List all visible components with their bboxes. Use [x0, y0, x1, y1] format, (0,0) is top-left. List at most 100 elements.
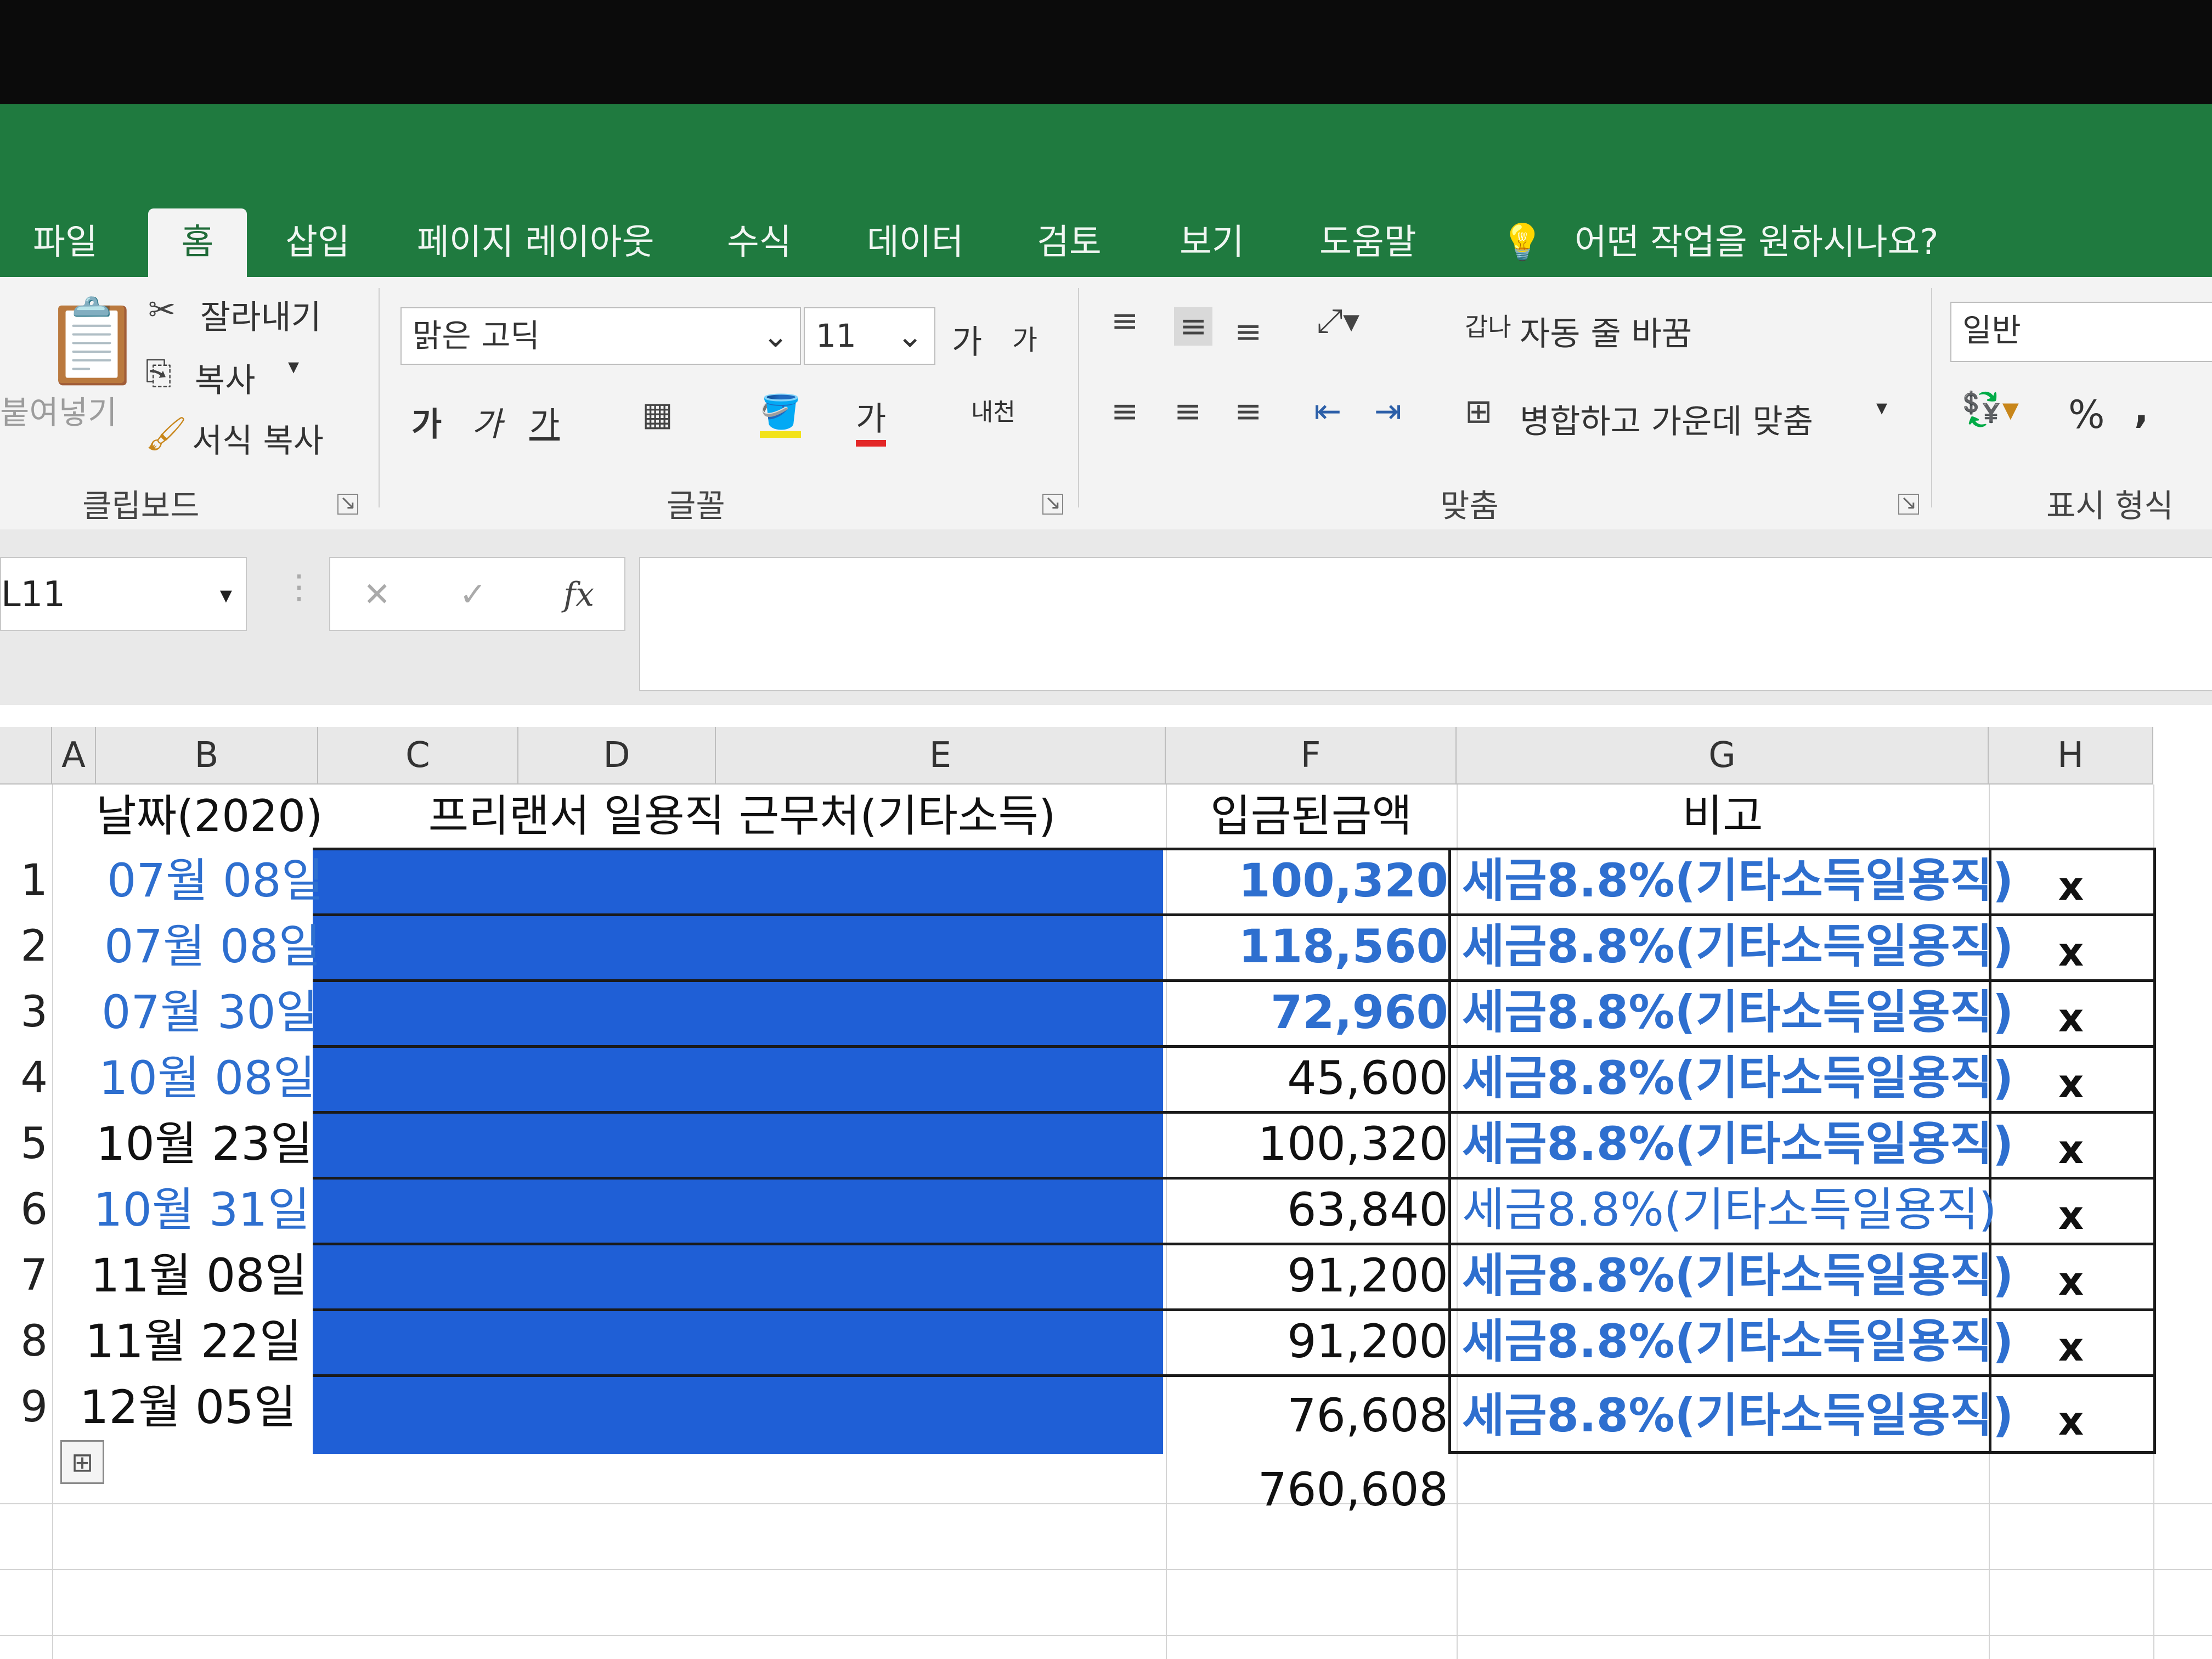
date-cell[interactable]: 11월 08일 [91, 1243, 307, 1308]
column-header-e[interactable]: E [716, 727, 1166, 785]
font-name-dropdown[interactable]: 맑은 고딕 ⌄ [400, 307, 801, 365]
status-mark[interactable]: x [1989, 1314, 2153, 1380]
quick-analysis-icon[interactable]: ⊞ [60, 1440, 104, 1484]
font-size-dropdown[interactable]: 11 ⌄ [804, 307, 935, 365]
amount-cell[interactable]: 91,200 [1166, 1308, 1448, 1374]
currency-icon[interactable]: 💱▾ [1961, 390, 2019, 428]
date-cell[interactable]: 10월 23일 [96, 1111, 313, 1177]
tab-data[interactable]: 데이터 [867, 208, 964, 277]
row-number[interactable]: 9 [0, 1374, 52, 1440]
fill-color-icon[interactable]: 🪣 [760, 392, 801, 438]
row-number[interactable]: 3 [0, 979, 52, 1045]
note-cell[interactable]: 세금8.8%(기타소득일용직) [1462, 1111, 2013, 1177]
tab-review[interactable]: 검토 [1037, 208, 1102, 277]
bold-button[interactable]: 가 [411, 398, 442, 445]
orientation-icon[interactable]: ⤢▾ [1317, 302, 1359, 340]
row-number[interactable]: 4 [0, 1045, 52, 1111]
tab-formulas[interactable]: 수식 [727, 208, 792, 277]
decrease-indent-icon[interactable]: ⇤ [1314, 392, 1341, 431]
note-cell[interactable]: 세금8.8%(기타소득일용직) [1462, 1243, 2013, 1308]
amount-cell[interactable]: 100,320 [1166, 1111, 1448, 1177]
merge-center-button[interactable]: 병합하고 가운데 맞춤 [1520, 395, 1813, 443]
amount-cell[interactable]: 72,960 [1166, 979, 1448, 1045]
column-header-a[interactable]: A [52, 727, 96, 785]
amount-cell[interactable]: 118,560 [1166, 913, 1448, 979]
status-mark[interactable]: x [1989, 1388, 2153, 1454]
italic-button[interactable]: 가 [472, 398, 502, 445]
name-box[interactable]: L11 ▾ [0, 557, 247, 631]
row-number[interactable]: 7 [0, 1243, 52, 1308]
alignment-launcher-icon[interactable]: ↘ [1898, 493, 1919, 515]
border-icon[interactable]: ▦ [642, 395, 673, 433]
note-cell[interactable]: 세금8.8%(기타소득일용직) [1462, 913, 2013, 979]
amount-cell[interactable]: 100,320 [1166, 848, 1448, 913]
row-number[interactable]: 1 [0, 848, 52, 913]
header-note[interactable]: 비고 [1457, 785, 1989, 848]
row-number[interactable]: 5 [0, 1111, 52, 1177]
status-mark[interactable]: x [1989, 919, 2153, 985]
font-color-button[interactable]: 가 [856, 392, 887, 447]
status-mark[interactable]: x [1989, 1248, 2153, 1314]
status-mark[interactable]: x [1989, 1116, 2153, 1182]
status-mark[interactable]: x [1989, 853, 2153, 919]
status-mark[interactable]: x [1989, 985, 2153, 1051]
note-cell[interactable]: 세금8.8%(기타소득일용직) [1462, 1177, 1996, 1243]
note-cell[interactable]: 세금8.8%(기타소득일용직) [1462, 1308, 2013, 1374]
percent-button[interactable]: % [2068, 392, 2105, 437]
align-middle-icon[interactable]: ≡ [1174, 307, 1213, 346]
paste-button-label[interactable]: 붙여넣기 [0, 387, 117, 433]
underline-button[interactable]: 가 [529, 398, 560, 445]
row-number[interactable]: 2 [0, 913, 52, 979]
row-number[interactable]: 8 [0, 1308, 52, 1374]
date-cell[interactable]: 10월 08일 [99, 1045, 315, 1111]
column-header-b[interactable]: B [96, 727, 318, 785]
comma-button[interactable]: , [2134, 387, 2149, 432]
select-all-corner[interactable] [0, 727, 52, 785]
tell-me-search[interactable]: 어떤 작업을 원하시나요? [1575, 208, 1938, 277]
align-bottom-icon[interactable]: ≡ [1234, 313, 1262, 351]
shrink-font-button[interactable]: 가 [1012, 318, 1037, 358]
header-workplace[interactable]: 프리랜서 일용직 근무처(기타소득) [318, 785, 1166, 848]
copy-button[interactable]: 복사 [195, 354, 255, 402]
increase-indent-icon[interactable]: ⇥ [1374, 392, 1402, 431]
status-mark[interactable]: x [1989, 1051, 2153, 1116]
date-cell[interactable]: 07월 08일 [104, 913, 321, 979]
cancel-icon[interactable]: ✕ [363, 558, 391, 632]
merge-dropdown-icon[interactable]: ▾ [1876, 395, 1887, 420]
column-header-f[interactable]: F [1166, 727, 1457, 785]
amount-cell[interactable]: 63,840 [1166, 1177, 1448, 1243]
enter-icon[interactable]: ✓ [459, 558, 487, 632]
row-number[interactable]: 6 [0, 1177, 52, 1243]
tab-insert[interactable]: 삽입 [285, 208, 350, 277]
cut-button[interactable]: 잘라내기 [200, 291, 321, 338]
date-cell[interactable]: 07월 30일 [101, 979, 318, 1045]
date-cell[interactable]: 11월 22일 [85, 1308, 302, 1374]
formula-input[interactable] [639, 557, 2212, 691]
font-launcher-icon[interactable]: ↘ [1042, 493, 1063, 515]
wrap-text-button[interactable]: 자동 줄 바꿈 [1520, 307, 1692, 355]
status-mark[interactable]: x [1989, 1182, 2153, 1248]
align-right-icon[interactable]: ≡ [1234, 392, 1262, 431]
tab-home[interactable]: 홈 [148, 208, 247, 277]
function-icon[interactable]: fx [563, 558, 594, 632]
column-header-c[interactable]: C [318, 727, 518, 785]
note-cell[interactable]: 세금8.8%(기타소득일용직) [1462, 979, 2013, 1045]
tab-file[interactable]: 파일 [33, 208, 98, 277]
paste-icon[interactable]: 📋 [41, 294, 144, 390]
tab-view[interactable]: 보기 [1180, 208, 1244, 277]
note-cell[interactable]: 세금8.8%(기타소득일용직) [1462, 1045, 2013, 1111]
amount-cell[interactable]: 45,600 [1166, 1045, 1448, 1111]
align-left-icon[interactable]: ≡ [1111, 392, 1138, 431]
date-cell[interactable]: 10월 31일 [93, 1177, 310, 1243]
number-format-dropdown[interactable]: 일반 [1950, 302, 2212, 362]
tab-page-layout[interactable]: 페이지 레이아웃 [417, 208, 654, 277]
clipboard-launcher-icon[interactable]: ↘ [337, 493, 358, 515]
amount-cell[interactable]: 91,200 [1166, 1243, 1448, 1308]
tab-help[interactable]: 도움말 [1319, 208, 1417, 277]
note-cell[interactable]: 세금8.8%(기타소득일용직) [1462, 848, 2013, 913]
header-date[interactable]: 날짜(2020) [96, 785, 323, 848]
date-cell[interactable]: 12월 05일 [80, 1374, 296, 1440]
column-header-d[interactable]: D [518, 727, 716, 785]
amount-cell[interactable]: 76,608 [1166, 1383, 1448, 1448]
note-cell[interactable]: 세금8.8%(기타소득일용직) [1462, 1383, 2013, 1448]
